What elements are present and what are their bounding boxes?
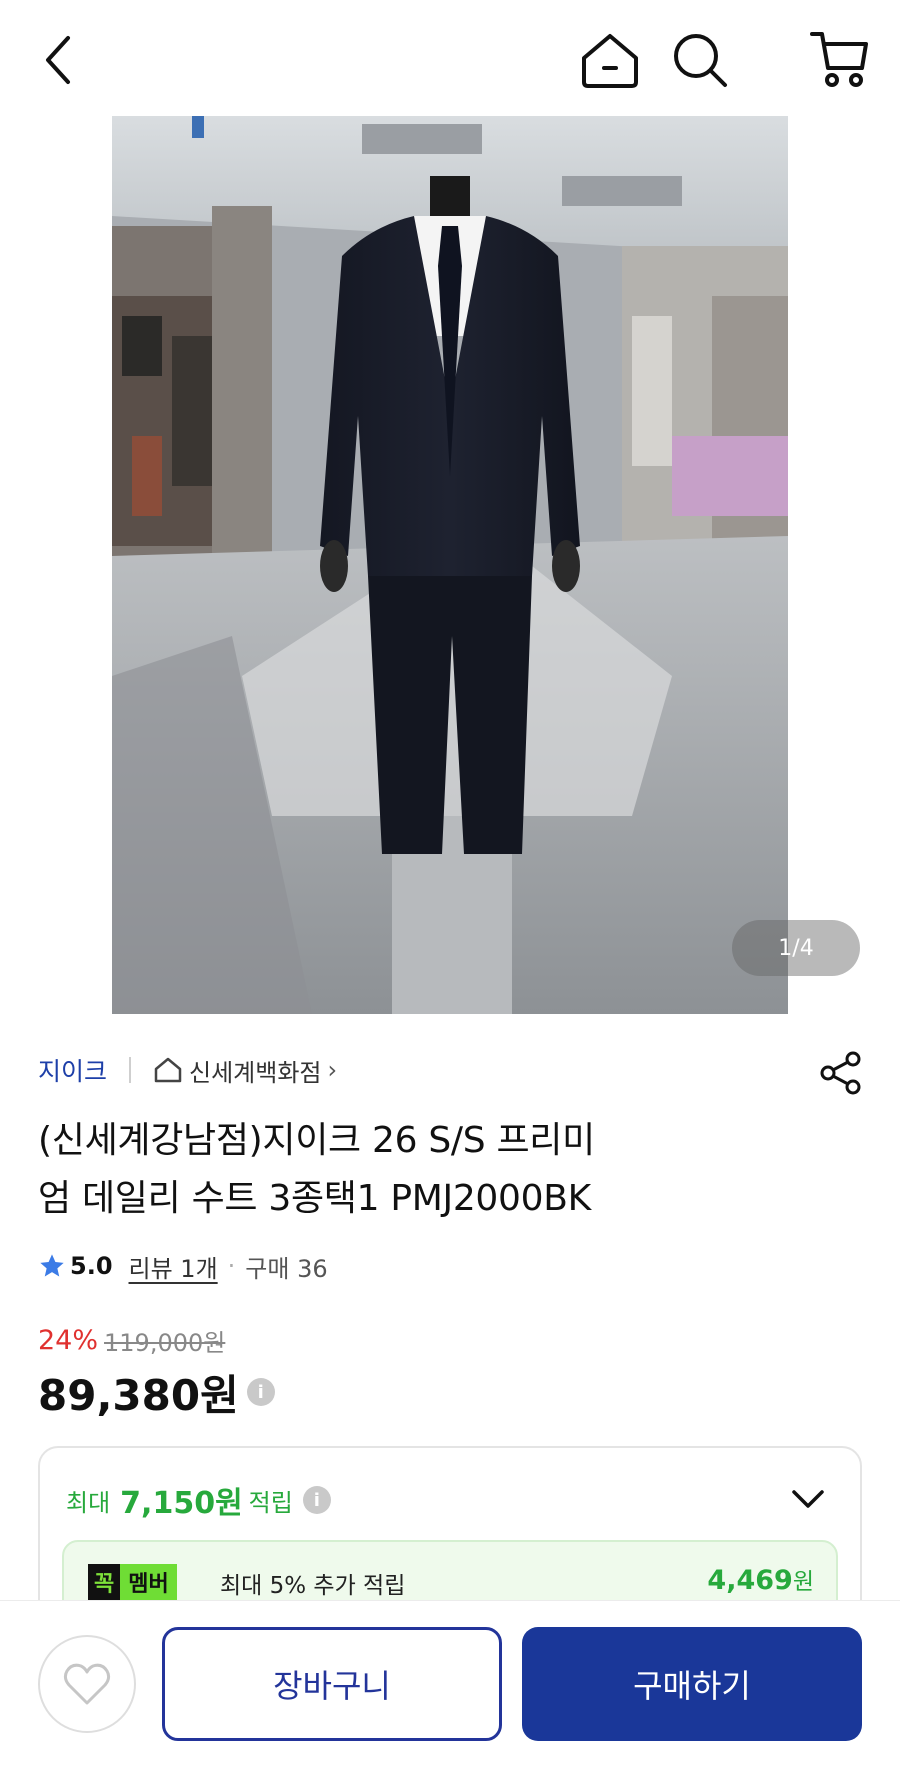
buy-now-button[interactable]: 구매하기 (522, 1627, 862, 1741)
store-link[interactable]: 신세계백화점 › (153, 1053, 337, 1088)
home-button[interactable] (574, 24, 646, 96)
share-button[interactable] (818, 1050, 864, 1096)
member-badge-part2: 멤버 (120, 1564, 177, 1600)
product-title-line1: (신세계강남점)지이크 26 S/S 프리미 (38, 1120, 595, 1161)
chevron-right-icon: › (327, 1056, 338, 1084)
search-icon (674, 34, 727, 87)
member-amount-unit: 원 (792, 1569, 814, 1595)
points-header[interactable]: 최대 7,150원 적립 i (66, 1478, 331, 1522)
original-price: 119,000원 (104, 1328, 226, 1357)
cart-icon (810, 32, 868, 87)
bottom-action-bar: 장바구니 구매하기 (0, 1600, 900, 1776)
cart-button[interactable] (804, 24, 876, 96)
product-image-gallery[interactable]: 1/4 (0, 116, 900, 1014)
points-prefix: 최대 (66, 1488, 111, 1517)
chevron-left-icon (46, 36, 70, 84)
brand-link[interactable]: 지이크 (38, 1052, 107, 1088)
member-badge: 꼭 멤버 (88, 1564, 177, 1600)
divider (129, 1057, 132, 1083)
member-benefit-text: 최대 5% 추가 적립 (220, 1573, 406, 1599)
product-title-line2: 엄 데일리 수트 3종택1 PMJ2000BK (38, 1178, 591, 1219)
points-amount: 7,150원 (120, 1486, 243, 1521)
rating-row: 5.0 리뷰 1개 · 구매 36 (38, 1246, 328, 1286)
image-pager: 1/4 (732, 920, 860, 976)
rating-score: 5.0 (70, 1252, 113, 1280)
product-photo[interactable] (112, 116, 788, 1014)
back-button[interactable] (22, 24, 94, 96)
member-benefit-amount: 4,469원 (707, 1562, 814, 1596)
heart-icon (63, 1663, 111, 1705)
member-badge-part1: 꼭 (88, 1564, 121, 1600)
home-icon (582, 34, 638, 88)
info-icon[interactable]: i (246, 1378, 275, 1406)
price-row: 89,380원 i (38, 1362, 275, 1422)
discount-rate: 24% (38, 1324, 99, 1356)
brand-row: 지이크 신세계백화점 › (38, 1046, 864, 1094)
purchase-count: 구매 36 (245, 1254, 328, 1283)
suit-photo-illustration (112, 116, 788, 1014)
info-icon[interactable]: i (302, 1486, 331, 1514)
member-amount-number: 4,469 (707, 1565, 793, 1596)
wishlist-button[interactable] (38, 1635, 136, 1733)
points-suffix: 적립 (248, 1488, 293, 1517)
product-title: (신세계강남점)지이크 26 S/S 프리미 엄 데일리 수트 3종택1 PMJ… (38, 1112, 858, 1228)
dot-separator: · (227, 1252, 236, 1280)
star-icon (40, 1254, 64, 1277)
home-icon (154, 1057, 182, 1083)
chevron-down-icon (792, 1490, 824, 1508)
store-name: 신세계백화점 (189, 1058, 322, 1087)
share-icon (820, 1051, 861, 1095)
expand-toggle[interactable] (788, 1482, 828, 1518)
review-link[interactable]: 리뷰 1개 (129, 1249, 218, 1284)
top-app-bar (0, 0, 900, 116)
discount-row: 24% 119,000원 (38, 1320, 225, 1360)
add-to-cart-button[interactable]: 장바구니 (162, 1627, 502, 1741)
sale-price: 89,380원 (38, 1370, 239, 1420)
search-button[interactable] (664, 24, 736, 96)
